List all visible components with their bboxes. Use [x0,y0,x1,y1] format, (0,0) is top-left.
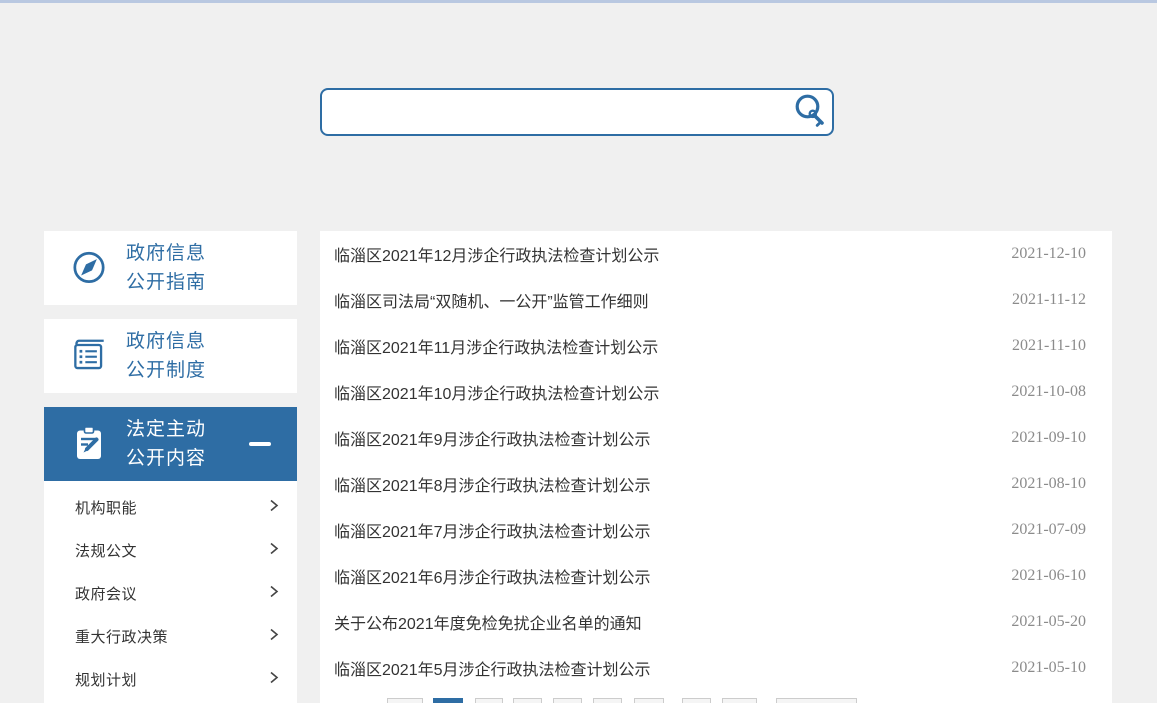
article-link[interactable]: 临淄区2021年11月涉企行政执法检查计划公示 [334,334,658,358]
minus-icon[interactable] [249,442,271,446]
list-item: 关于公布2021年度免检免扰企业名单的通知 2021-05-20 [320,599,1112,645]
list-item: 临淄区司法局“双随机、一公开”监管工作细则 2021-11-12 [320,277,1112,323]
submenu-item-major-decisions[interactable]: 重大行政决策 [44,615,297,658]
chevron-right-icon [268,541,280,561]
pagination-page[interactable] [513,698,542,703]
article-date: 2021-06-10 [1011,567,1086,585]
article-link[interactable]: 临淄区2021年12月涉企行政执法检查计划公示 [334,242,659,266]
article-list-panel: 临淄区2021年12月涉企行政执法检查计划公示 2021-12-10 临淄区司法… [320,231,1112,703]
compass-icon [66,245,112,291]
pagination-page-current[interactable] [433,698,463,703]
sidebar-item-label: 政府信息 公开制度 [126,327,206,385]
chevron-right-icon [268,627,280,647]
submenu-item-organization[interactable]: 机构职能 [44,486,297,529]
pagination-page[interactable] [475,698,503,703]
submenu-item-regulations[interactable]: 法规公文 [44,529,297,572]
list-item: 临淄区2021年8月涉企行政执法检查计划公示 2021-08-10 [320,461,1112,507]
article-date: 2021-12-10 [1011,245,1086,263]
pagination-page[interactable] [776,698,857,703]
pagination-page[interactable] [553,698,582,703]
list-item: 临淄区2021年11月涉企行政执法检查计划公示 2021-11-10 [320,323,1112,369]
sidebar-item-system[interactable]: 政府信息 公开制度 [44,319,297,393]
submenu-item-planning[interactable]: 规划计划 [44,658,297,701]
article-link[interactable]: 临淄区2021年10月涉企行政执法检查计划公示 [334,380,659,404]
article-date: 2021-05-10 [1011,659,1086,677]
article-date: 2021-08-10 [1011,475,1086,493]
ledger-icon [66,333,112,379]
article-link[interactable]: 临淄区2021年6月涉企行政执法检查计划公示 [334,564,651,588]
clipboard-pencil-icon [66,421,112,467]
sidebar-item-guide[interactable]: 政府信息 公开指南 [44,231,297,305]
article-link[interactable]: 临淄区司法局“双随机、一公开”监管工作细则 [334,288,649,312]
article-date: 2021-09-10 [1011,429,1086,447]
article-date: 2021-05-20 [1011,613,1086,631]
pagination-page[interactable] [593,698,622,703]
article-date: 2021-11-10 [1012,337,1086,355]
list-item: 临淄区2021年10月涉企行政执法检查计划公示 2021-10-08 [320,369,1112,415]
sidebar-item-label: 政府信息 公开指南 [126,239,206,297]
chevron-right-icon [268,584,280,604]
article-link[interactable]: 临淄区2021年8月涉企行政执法检查计划公示 [334,472,651,496]
article-date: 2021-07-09 [1011,521,1086,539]
article-date: 2021-11-12 [1012,291,1086,309]
list-item: 临淄区2021年5月涉企行政执法检查计划公示 2021-05-10 [320,645,1112,691]
article-link[interactable]: 临淄区2021年5月涉企行政执法检查计划公示 [334,656,651,680]
search-bar [320,88,834,136]
list-item: 临淄区2021年6月涉企行政执法检查计划公示 2021-06-10 [320,553,1112,599]
pagination-page[interactable] [722,698,757,703]
article-date: 2021-10-08 [1011,383,1086,401]
sidebar-submenu: 机构职能 法规公文 政府会议 重大行政决策 规划计划 [44,481,297,703]
sidebar-item-statutory-disclosure[interactable]: 法定主动 公开内容 [44,407,297,481]
list-item: 临淄区2021年7月涉企行政执法检查计划公示 2021-07-09 [320,507,1112,553]
search-button[interactable] [788,90,832,134]
pagination-page[interactable] [682,698,711,703]
pagination-page[interactable] [634,698,664,703]
list-item: 临淄区2021年12月涉企行政执法检查计划公示 2021-12-10 [320,231,1112,277]
list-item: 临淄区2021年9月涉企行政执法检查计划公示 2021-09-10 [320,415,1112,461]
pagination [387,698,1112,703]
search-input[interactable] [322,90,788,134]
chevron-right-icon [268,498,280,518]
top-accent-strip [0,0,1157,3]
chevron-right-icon [268,670,280,690]
pagination-page[interactable] [387,698,423,703]
sidebar-item-label: 法定主动 公开内容 [126,415,206,473]
article-link[interactable]: 关于公布2021年度免检免扰企业名单的通知 [334,610,642,634]
sidebar: 政府信息 公开指南 政府信息 公开制度 [44,231,297,703]
article-link[interactable]: 临淄区2021年7月涉企行政执法检查计划公示 [334,518,651,542]
article-link[interactable]: 临淄区2021年9月涉企行政执法检查计划公示 [334,426,651,450]
magnifier-key-icon [791,92,829,133]
submenu-item-meetings[interactable]: 政府会议 [44,572,297,615]
